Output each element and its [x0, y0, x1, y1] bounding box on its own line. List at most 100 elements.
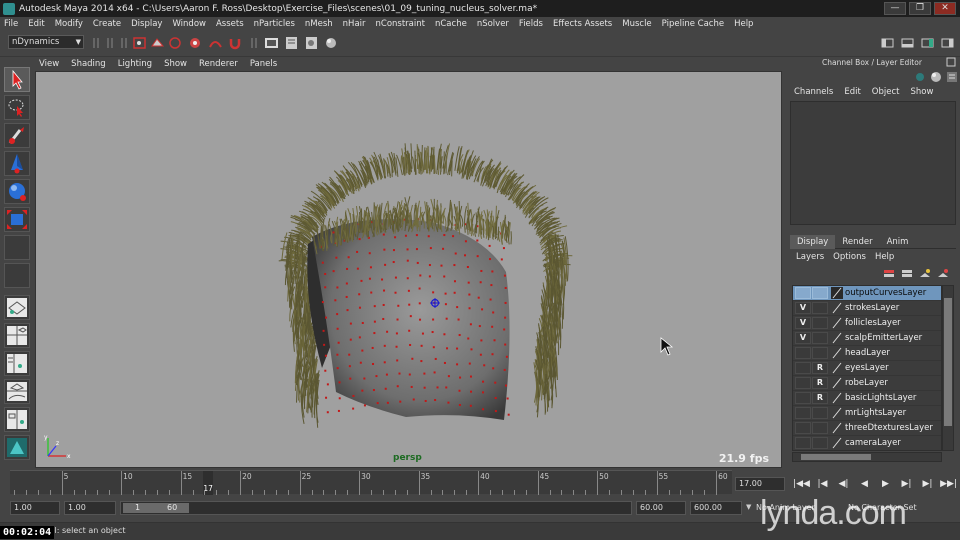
- tab-render[interactable]: Render: [835, 235, 879, 249]
- toggle-attribute-editor-icon[interactable]: [920, 36, 935, 50]
- go-to-end-button[interactable]: ▶▶|: [940, 477, 957, 491]
- menu-pipeline-cache[interactable]: Pipeline Cache: [662, 19, 724, 29]
- menu-set-select[interactable]: nDynamics ▼: [8, 35, 84, 49]
- visibility-toggle[interactable]: V: [795, 317, 811, 329]
- playback-display-toggle[interactable]: R: [812, 362, 828, 374]
- scrollbar-thumb[interactable]: [801, 454, 871, 460]
- layer-row[interactable]: VscalpEmitterLayer: [793, 331, 941, 346]
- layer-color-swatch[interactable]: [831, 407, 843, 419]
- play-forwards-button[interactable]: ▶: [877, 477, 894, 491]
- menu-window[interactable]: Window: [172, 19, 206, 29]
- menu-nhair[interactable]: nHair: [343, 19, 366, 29]
- layer-color-swatch[interactable]: [831, 347, 843, 359]
- tab-anim[interactable]: Anim: [880, 235, 916, 249]
- menu-display[interactable]: Display: [131, 19, 162, 29]
- menu-effects-assets[interactable]: Effects Assets: [553, 19, 612, 29]
- outliner-persp-layout-icon[interactable]: [4, 351, 30, 376]
- playback-end-field[interactable]: 60.00: [636, 501, 686, 515]
- layer-row[interactable]: ReyesLayer: [793, 361, 941, 376]
- panel-menu-show[interactable]: Show: [164, 59, 187, 69]
- menu-edit[interactable]: Edit: [28, 19, 44, 29]
- toggle-shelf-icon[interactable]: [900, 36, 915, 50]
- layer-color-swatch[interactable]: [831, 377, 843, 389]
- menu-nsolver[interactable]: nSolver: [477, 19, 509, 29]
- scale-tool[interactable]: [4, 207, 30, 232]
- snap-grid-icon[interactable]: [188, 36, 203, 50]
- visibility-toggle[interactable]: [795, 422, 811, 434]
- single-perspective-layout-icon[interactable]: [4, 295, 30, 320]
- visibility-toggle[interactable]: [795, 392, 811, 404]
- four-view-layout-icon[interactable]: [4, 323, 30, 348]
- menu-nconstraint[interactable]: nConstraint: [376, 19, 425, 29]
- layer-row[interactable]: threeDtexturesLayer: [793, 421, 941, 436]
- sphere-toggle-icon[interactable]: [930, 71, 942, 83]
- visibility-toggle[interactable]: V: [795, 332, 811, 344]
- layer-color-swatch[interactable]: [831, 437, 843, 449]
- universal-manipulator-tool[interactable]: [4, 235, 30, 260]
- scene-home-icon[interactable]: [4, 435, 30, 460]
- toggle-channel-box-icon[interactable]: [940, 36, 955, 50]
- move-tool[interactable]: [4, 151, 30, 176]
- visibility-toggle[interactable]: [795, 347, 811, 359]
- layer-row[interactable]: headLayer: [793, 346, 941, 361]
- close-button[interactable]: ✕: [934, 2, 956, 15]
- attribute-toggle-icon[interactable]: [946, 71, 958, 83]
- layer-menu-options[interactable]: Options: [833, 252, 866, 262]
- current-time-field[interactable]: 17.00: [735, 477, 785, 491]
- layer-row[interactable]: mrLightsLayer: [793, 406, 941, 421]
- layer-color-swatch[interactable]: [831, 332, 843, 344]
- channel-box-menu-object[interactable]: Object: [872, 87, 900, 101]
- go-to-start-button[interactable]: |◀◀: [793, 477, 810, 491]
- menu-fields[interactable]: Fields: [519, 19, 543, 29]
- layer-color-swatch[interactable]: [831, 362, 843, 374]
- hypershade-persp-layout-icon[interactable]: [4, 407, 30, 432]
- step-forward-frame-button[interactable]: ▶|: [919, 477, 936, 491]
- layer-menu-layers[interactable]: Layers: [796, 252, 824, 262]
- move-layer-down-icon[interactable]: [900, 268, 914, 280]
- visibility-toggle[interactable]: [795, 377, 811, 389]
- playback-display-toggle[interactable]: [812, 422, 828, 434]
- channel-box-menu-channels[interactable]: Channels: [794, 87, 833, 101]
- panel-menu-lighting[interactable]: Lighting: [118, 59, 152, 69]
- layer-color-swatch[interactable]: [831, 392, 843, 404]
- layer-list-scrollbar[interactable]: [942, 285, 954, 451]
- layer-row[interactable]: VfolliclesLayer: [793, 316, 941, 331]
- layer-row[interactable]: outputCurvesLayer: [793, 286, 941, 301]
- range-slider[interactable]: 1 60: [120, 501, 632, 515]
- channel-box-area[interactable]: [790, 101, 956, 225]
- layer-color-swatch[interactable]: [831, 287, 843, 299]
- select-tool[interactable]: [4, 67, 30, 92]
- panel-menu-view[interactable]: View: [39, 59, 59, 69]
- minimize-button[interactable]: —: [884, 2, 906, 15]
- layer-menu-help[interactable]: Help: [875, 252, 894, 262]
- select-by-hierarchy-icon[interactable]: [132, 36, 147, 50]
- range-slider-handle[interactable]: [123, 503, 189, 513]
- menu-assets[interactable]: Assets: [216, 19, 244, 29]
- paint-select-tool[interactable]: [4, 123, 30, 148]
- render-frame-icon[interactable]: [264, 36, 279, 50]
- move-layer-up-icon[interactable]: [882, 268, 896, 280]
- lasso-tool[interactable]: [4, 95, 30, 120]
- playback-display-toggle[interactable]: R: [812, 392, 828, 404]
- ipr-render-icon[interactable]: [284, 36, 299, 50]
- menu-file[interactable]: File: [4, 19, 18, 29]
- step-back-frame-button[interactable]: |◀: [814, 477, 831, 491]
- layer-row[interactable]: VstrokesLayer: [793, 301, 941, 316]
- visibility-toggle[interactable]: [795, 437, 811, 449]
- layer-row[interactable]: RrobeLayer: [793, 376, 941, 391]
- select-by-component-icon[interactable]: [168, 36, 183, 50]
- playback-display-toggle[interactable]: [812, 317, 828, 329]
- layer-color-swatch[interactable]: [831, 317, 843, 329]
- menu-modify[interactable]: Modify: [55, 19, 83, 29]
- step-back-key-button[interactable]: ◀|: [835, 477, 852, 491]
- new-empty-layer-icon[interactable]: [918, 268, 932, 280]
- perspective-viewport[interactable]: x y z persp 21.9 fps: [35, 71, 782, 468]
- playback-display-toggle[interactable]: [812, 287, 828, 299]
- menu-ncache[interactable]: nCache: [435, 19, 467, 29]
- time-slider[interactable]: 17 5 10 15 20 25 30 35 40 45 50 55 60: [10, 470, 732, 495]
- animation-start-field[interactable]: 1.00: [10, 501, 60, 515]
- menu-help[interactable]: Help: [734, 19, 753, 29]
- visibility-toggle[interactable]: [795, 287, 811, 299]
- magnet-icon[interactable]: [228, 36, 243, 50]
- channel-box-menu-edit[interactable]: Edit: [844, 87, 860, 101]
